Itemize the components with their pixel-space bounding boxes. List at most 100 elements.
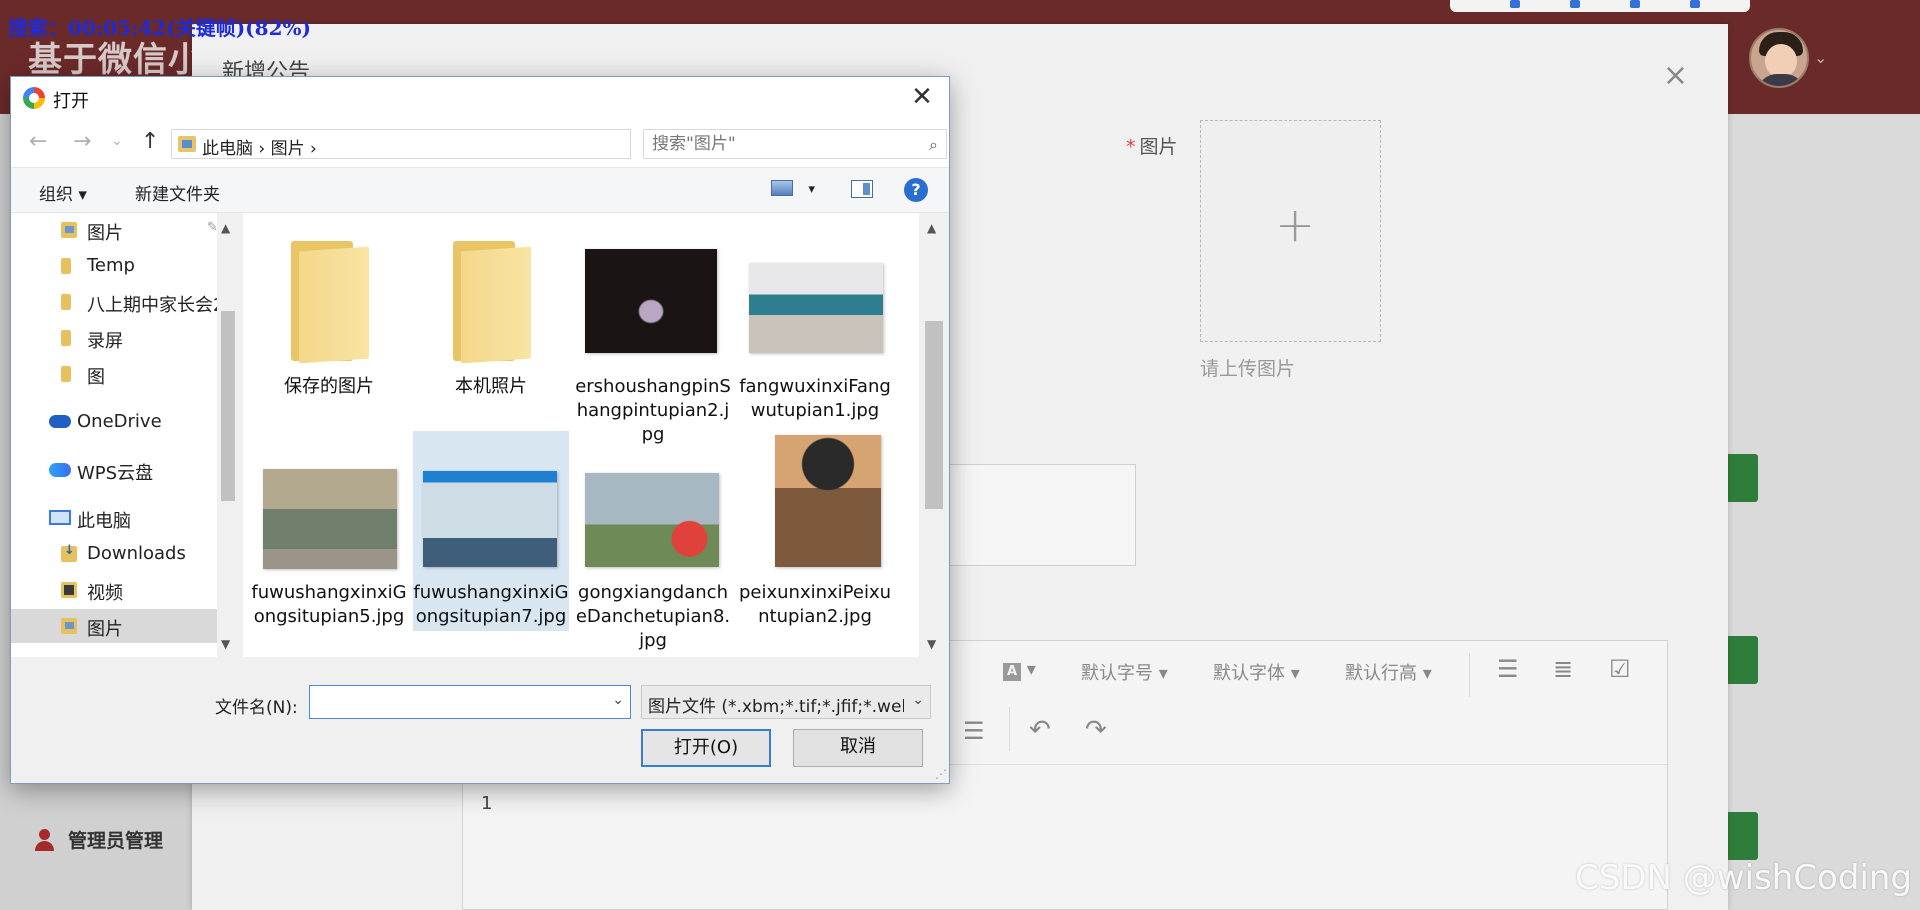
font-color-icon[interactable]: A ▾: [1003, 659, 1036, 681]
change-view-button[interactable]: ▾: [771, 178, 815, 198]
file-item-image[interactable]: fuwushangxinxiGongsitupian5.jpg: [251, 431, 407, 631]
organize-button[interactable]: 组织 ▾: [39, 180, 87, 205]
undo-icon[interactable]: ↶: [1029, 715, 1051, 745]
scroll-up-icon[interactable]: ▲: [221, 221, 230, 235]
new-folder-button[interactable]: 新建文件夹: [135, 180, 220, 205]
file-item-image-selected[interactable]: fuwushangxinxiGongsitupian7.jpg: [413, 431, 569, 631]
nav-item-label: 图片: [87, 619, 123, 640]
recent-locations-chevron-icon[interactable]: ⌄: [111, 133, 123, 149]
file-item-image[interactable]: fangwuxinxiFangwutupian1.jpg: [737, 221, 893, 421]
videos-folder-icon: [61, 582, 77, 598]
file-grid: 保存的图片 本机照片 ershoushangpinShangpintupian2…: [243, 213, 919, 657]
nav-item-pictures[interactable]: 图片: [11, 609, 217, 643]
chevron-down-icon: ⌄: [912, 692, 924, 708]
filetype-value: 图片文件 (*.xbm;*.tif;*.jfif;*.wel: [648, 697, 904, 717]
address-bar[interactable]: 此电脑 › 图片 › ⌄ ↻: [171, 129, 785, 159]
sidebar-item-admin[interactable]: 管理员管理: [34, 826, 163, 853]
action-button[interactable]: [1724, 454, 1758, 502]
file-name: fuwushangxinxiGongsitupian5.jpg: [251, 582, 407, 627]
nav-item-pictures-pinned[interactable]: 图片 ✎: [11, 213, 217, 247]
align-icon[interactable]: ☰: [963, 717, 985, 745]
bullet-list-icon[interactable]: ☰: [1497, 655, 1519, 683]
folder-icon: [61, 330, 71, 346]
forward-arrow-icon[interactable]: →: [73, 129, 91, 154]
folder-icon: [61, 258, 71, 274]
nav-item-label: WPS云盘: [77, 463, 154, 484]
dialog-close-icon[interactable]: ✕: [905, 81, 939, 115]
user-menu-chevron-icon[interactable]: ⌄: [1814, 48, 1827, 67]
nav-item-label: 视频: [87, 583, 123, 604]
action-button[interactable]: [1724, 636, 1758, 684]
back-arrow-icon[interactable]: ←: [29, 129, 47, 154]
action-button[interactable]: [1724, 812, 1758, 860]
chevron-down-icon[interactable]: ⌄: [612, 692, 624, 708]
nav-item-wps-cloud[interactable]: WPS云盘: [11, 453, 217, 487]
file-item-folder[interactable]: 本机照片: [413, 221, 569, 421]
file-item-image[interactable]: gongxiangdancheDanchetupian8.jpg: [575, 431, 731, 651]
image-label-text: 图片: [1139, 136, 1178, 158]
filename-input[interactable]: [316, 691, 596, 713]
dialog-navbar: ← → ⌄ ↑ 此电脑 › 图片 › ⌄ ↻ ⌕: [11, 119, 949, 167]
numbered-list-icon[interactable]: ≣: [1553, 655, 1573, 683]
nav-item-label: Downloads: [87, 543, 186, 564]
wps-cloud-icon: [49, 463, 71, 477]
nav-item-parent-meeting[interactable]: 八上期中家长会2: [11, 285, 217, 319]
nav-item-temp[interactable]: Temp: [11, 249, 217, 283]
scroll-down-icon[interactable]: ▼: [221, 637, 230, 651]
avatar[interactable]: [1749, 28, 1809, 88]
font-family-dropdown[interactable]: 默认字体 ▾: [1213, 659, 1300, 685]
file-name: 保存的图片: [284, 376, 374, 397]
dialog-command-bar: 组织 ▾ 新建文件夹 ▾ ?: [11, 167, 949, 213]
redo-icon[interactable]: ↷: [1085, 715, 1107, 745]
summary-textarea[interactable]: [948, 464, 1136, 566]
required-mark: *: [1126, 136, 1136, 158]
folder-icon: [61, 366, 71, 382]
dialog-titlebar[interactable]: 打开 ✕: [11, 77, 949, 119]
cancel-button[interactable]: 取消: [793, 729, 923, 767]
todo-checkbox-icon[interactable]: ☑: [1609, 655, 1631, 683]
up-arrow-icon[interactable]: ↑: [141, 129, 159, 154]
navigation-pane: 图片 ✎ Temp 八上期中家长会2 录屏 图 OneDrive WPS云盘 此…: [11, 213, 217, 657]
preview-pane-icon[interactable]: [851, 180, 873, 198]
pictures-folder-icon: [61, 618, 77, 634]
line-height-dropdown[interactable]: 默认行高 ▾: [1345, 659, 1432, 685]
address-path[interactable]: 此电脑 › 图片 ›: [202, 134, 317, 159]
image-upload-box[interactable]: +: [1200, 120, 1381, 342]
recording-overlay-text: 搜索：00:05:42(关键帧)(82%): [8, 16, 311, 40]
filetype-select[interactable]: 图片文件 (*.xbm;*.tif;*.jfif;*.wel ⌄: [641, 685, 931, 719]
nav-item-label: 八上期中家长会2: [87, 295, 217, 316]
modal-close-icon[interactable]: ×: [1663, 58, 1688, 93]
folder-pictures-icon: [61, 222, 77, 238]
editor-content[interactable]: 1: [481, 793, 492, 814]
nav-item-screen-recording[interactable]: 录屏: [11, 321, 217, 355]
navigation-pane-scrollbar[interactable]: ▲ ▼: [217, 213, 239, 657]
main-content-background: [1726, 114, 1920, 910]
scroll-up-icon[interactable]: ▲: [927, 221, 936, 235]
scrollbar-thumb[interactable]: [221, 311, 235, 501]
help-icon[interactable]: ?: [904, 178, 928, 202]
resize-grip-icon[interactable]: ⋰: [935, 767, 947, 781]
scroll-down-icon[interactable]: ▼: [927, 637, 936, 651]
file-item-folder[interactable]: 保存的图片: [251, 221, 407, 421]
search-box[interactable]: ⌕: [643, 129, 947, 159]
nav-item-downloads[interactable]: Downloads: [11, 537, 217, 571]
plus-icon: +: [1275, 197, 1316, 253]
font-size-label: 默认字号: [1081, 663, 1153, 684]
nav-item-videos[interactable]: 视频: [11, 573, 217, 607]
open-button[interactable]: 打开(O): [641, 729, 771, 767]
filename-field[interactable]: ⌄: [309, 685, 631, 719]
scrollbar-thumb[interactable]: [925, 321, 943, 509]
nav-item-onedrive[interactable]: OneDrive: [11, 405, 217, 439]
dialog-title: 打开: [53, 91, 89, 112]
upload-hint: 请上传图片: [1200, 358, 1296, 380]
file-item-image[interactable]: ershoushangpinShangpintupian2.jpg: [575, 221, 731, 445]
folder-icon: [61, 294, 71, 310]
file-item-image[interactable]: peixunxinxiPeixuntupian2.jpg: [737, 431, 893, 631]
nav-item-this-pc[interactable]: 此电脑: [11, 501, 217, 535]
nav-item-tu[interactable]: 图: [11, 357, 217, 391]
font-size-dropdown[interactable]: 默认字号 ▾: [1081, 659, 1168, 685]
search-input[interactable]: [652, 133, 912, 155]
search-icon: ⌕: [929, 135, 938, 154]
file-grid-scrollbar[interactable]: ▲ ▼: [919, 213, 949, 657]
file-open-dialog: 打开 ✕ ← → ⌄ ↑ 此电脑 › 图片 › ⌄ ↻ ⌕ 组织 ▾ 新建文件夹…: [10, 76, 950, 784]
